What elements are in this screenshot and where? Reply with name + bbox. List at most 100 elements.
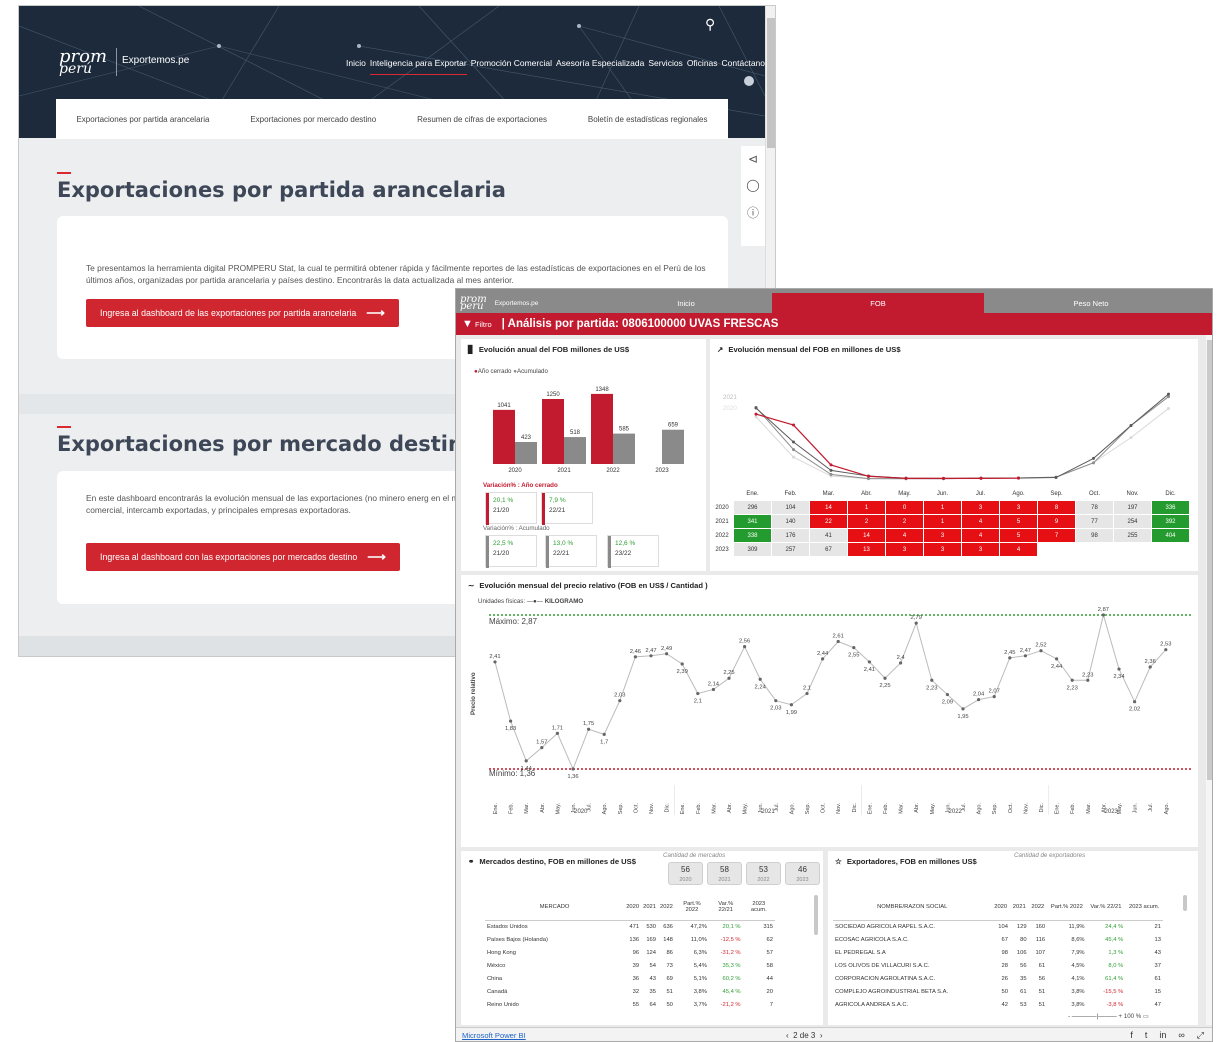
price-point[interactable] [1148,665,1152,669]
market-count-pill[interactable]: 56 2020 [668,862,703,885]
monthly-point[interactable] [1129,423,1133,427]
page-scrollbar-thumb[interactable] [767,18,775,148]
heatmap-cell[interactable]: 1 [924,501,961,514]
column-header[interactable]: 2022 [1028,894,1048,921]
powerbi-link[interactable]: Microsoft Power BI [462,1031,526,1040]
monthly-point[interactable] [754,412,758,416]
price-point[interactable] [1086,678,1090,682]
price-point[interactable] [821,657,825,661]
mercado-dashboard-button[interactable]: Ingresa al dashboard con las exportacion… [86,543,400,571]
heatmap-cell[interactable]: 104 [772,501,809,514]
table-row[interactable]: EL PEDREGAL S.A 98 106 107 7,9% 1,3 % 43 [833,946,1163,959]
subtab-boletin[interactable]: Boletín de estadísticas regionales [588,115,708,124]
heatmap-cell[interactable]: 140 [772,515,809,528]
monthly-point[interactable] [792,440,795,444]
monthly-point[interactable] [1129,436,1133,440]
facebook-icon[interactable]: f [1130,1030,1133,1041]
price-point[interactable] [836,639,840,644]
annual-bar[interactable] [542,399,564,464]
monthly-point[interactable] [942,476,945,480]
share-icon[interactable]: ⊲ [748,152,758,166]
price-point[interactable] [977,698,981,702]
column-header[interactable]: 2020 [991,894,1010,921]
heatmap-cell[interactable] [1076,543,1113,556]
price-point[interactable] [1070,678,1074,682]
annual-bar[interactable] [613,433,635,464]
price-point[interactable] [992,695,996,699]
nav-item-oficinas[interactable]: Oficinas [687,58,718,75]
heatmap-cell[interactable]: 336 [1152,501,1189,514]
price-point[interactable] [649,654,653,658]
heatmap-cell[interactable] [1114,543,1151,556]
zoom-control[interactable]: - ————|——— + 100 % ▭ [1068,1013,1149,1020]
market-count-pill[interactable]: 58 2021 [707,862,742,885]
monthly-point[interactable] [867,474,870,478]
price-point[interactable] [1023,654,1027,658]
monthly-point[interactable] [829,472,833,476]
price-point[interactable] [1055,657,1059,661]
help-icon[interactable]: ⓘ [747,204,759,221]
price-point[interactable] [665,652,669,656]
monthly-point[interactable] [829,463,833,467]
monthly-point[interactable] [754,415,758,419]
heatmap-cell[interactable]: 309 [734,543,771,556]
link-icon[interactable]: ∞ [1178,1030,1184,1041]
next-page-icon[interactable]: › [820,1031,823,1040]
annual-bar[interactable] [564,437,586,464]
market-count-pill[interactable]: 46 2023 [785,862,820,885]
price-point[interactable] [743,645,747,649]
table-row[interactable]: ECOSAC AGRICOLA S.A.C. 67 80 116 8,6% 45,4 % 1… [833,933,1163,946]
price-point[interactable] [1039,649,1043,653]
table-row[interactable]: China 36 43 69 5,1% 60,2 % 44 [485,972,775,985]
price-point[interactable] [774,699,778,703]
price-point[interactable] [1133,700,1137,704]
monthly-point[interactable] [1054,476,1058,480]
price-point[interactable] [1164,648,1168,652]
price-point[interactable] [914,621,918,625]
table-row[interactable]: Hong Kong 96 124 86 6,3% -31,2 % 57 [485,946,775,959]
zoom-slider-handle[interactable]: | [1097,1013,1099,1020]
subtab-partida[interactable]: Exportaciones por partida arancelaria [76,115,209,124]
heatmap-cell[interactable]: 1 [848,501,885,514]
monthly-point[interactable] [1167,406,1170,410]
monthly-point[interactable] [1092,456,1095,460]
heatmap-cell[interactable]: 176 [772,529,809,542]
price-point[interactable] [930,678,934,682]
monthly-point[interactable] [1017,476,1020,480]
column-header[interactable]: Part.% 2022 [1047,894,1087,921]
heatmap-cell[interactable]: 257 [772,543,809,556]
heatmap-cell[interactable]: 404 [1152,529,1189,542]
heatmap-cell[interactable]: 41 [810,529,847,542]
site-name[interactable]: Exportemos.pe [122,55,189,66]
monthly-point[interactable] [792,455,795,459]
report-scrollbar-thumb[interactable] [1207,340,1212,780]
heatmap-cell[interactable]: 254 [1114,515,1151,528]
heatmap-cell[interactable]: 338 [734,529,771,542]
column-header[interactable]: 2022 [658,894,675,921]
column-header[interactable]: 2023 acum. [1125,894,1163,921]
column-header[interactable]: Var.% 22/21 [1086,894,1126,921]
twitter-icon[interactable]: t [1145,1030,1148,1041]
table-row[interactable]: Estados Unidos 471 530 636 47,2% 20,1 % 315 [485,920,775,933]
table-row[interactable]: CORPORACION AGROLATINA S.A.C. 26 35 56 4,1% 6… [833,972,1163,985]
table-row[interactable]: SOCIEDAD AGRICOLA RAPEL S.A.C. 104 129 160 1… [833,920,1163,933]
price-point[interactable] [711,687,715,692]
price-point[interactable] [961,707,965,711]
monthly-point[interactable] [792,423,795,427]
linkedin-icon[interactable]: in [1159,1030,1166,1041]
heatmap-cell[interactable]: 98 [1076,529,1113,542]
heatmap-cell[interactable]: 77 [1076,515,1113,528]
subtab-mercado[interactable]: Exportaciones por mercado destino [250,115,376,124]
annual-bar[interactable] [662,429,684,464]
column-header[interactable]: Part.% 2022 [674,894,709,921]
column-header[interactable]: 2023 acum. [742,894,775,921]
price-point[interactable] [945,692,949,697]
whatsapp-icon[interactable]: ◯ [746,178,759,192]
promperu-logo[interactable]: prom perú [59,48,107,77]
heatmap-cell[interactable]: 14 [810,501,847,514]
price-point[interactable] [524,759,528,763]
market-count-pill[interactable]: 53 2022 [746,862,781,885]
heatmap-cell[interactable]: 4 [962,529,999,542]
price-point[interactable] [1117,667,1121,671]
price-point[interactable] [571,767,575,771]
